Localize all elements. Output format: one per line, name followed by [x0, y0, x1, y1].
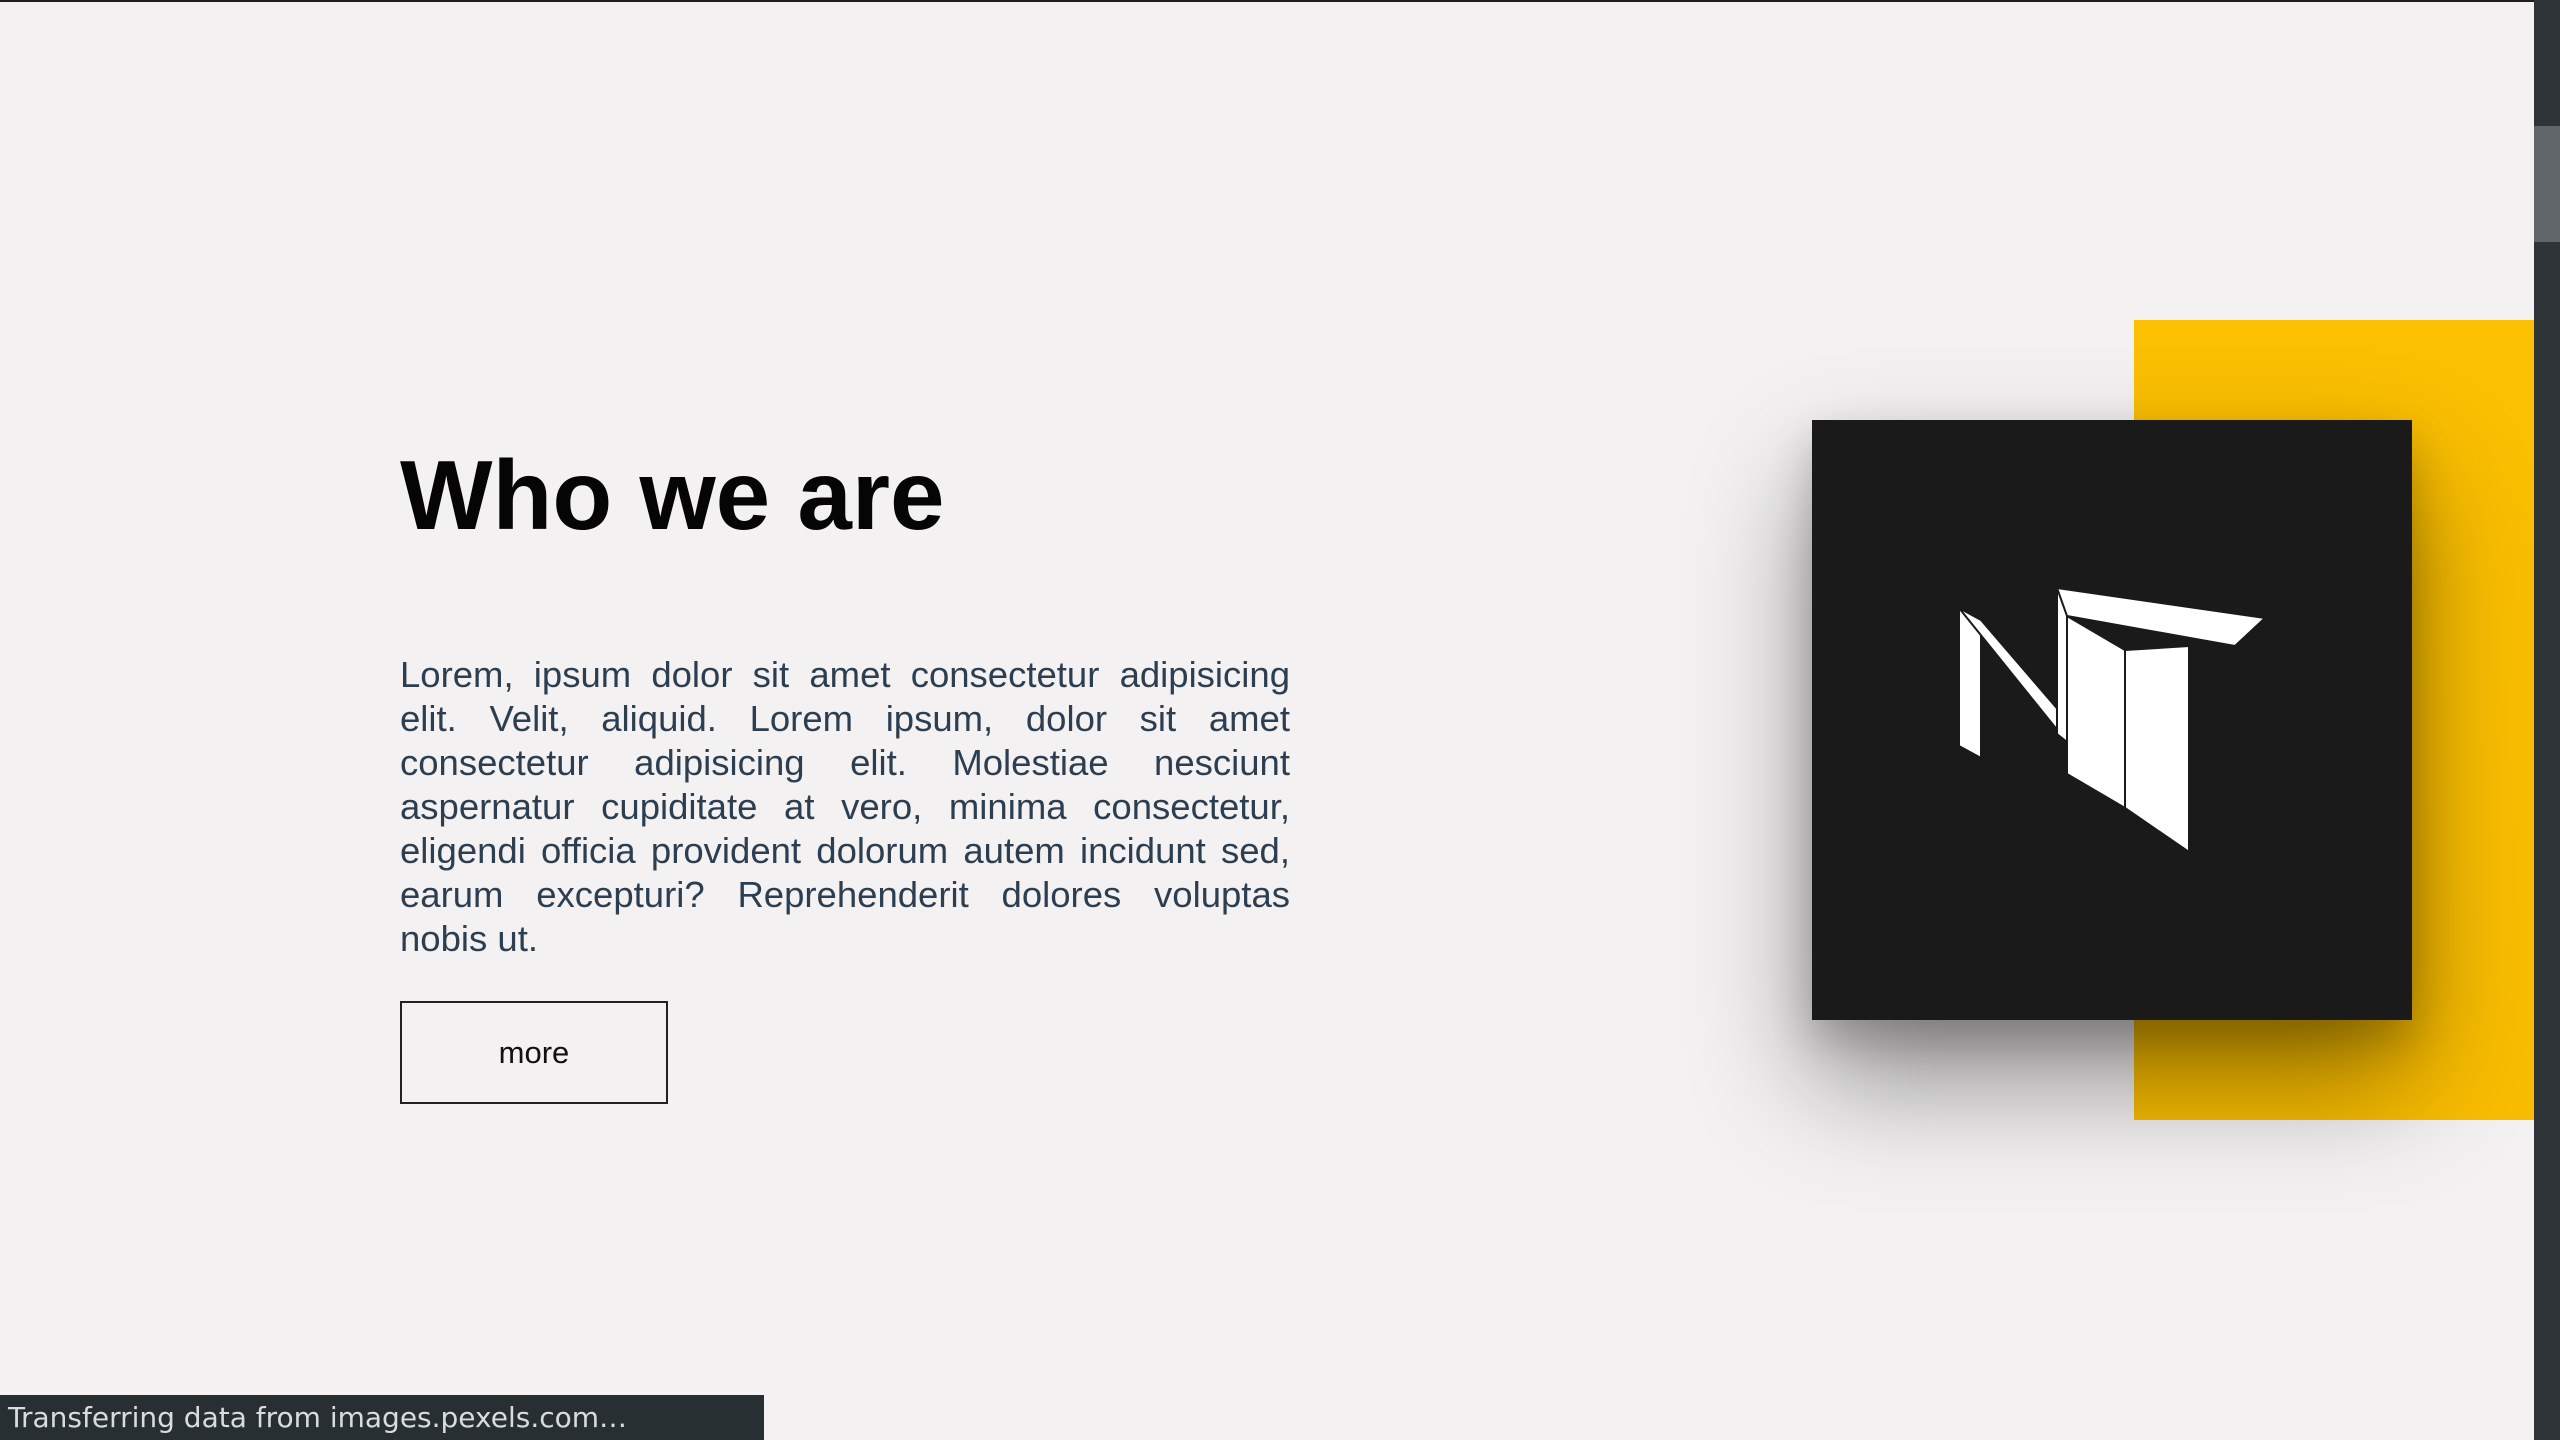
- about-section: Who we are Lorem, ipsum dolor sit amet c…: [400, 430, 1290, 1104]
- section-title: Who we are: [400, 440, 945, 550]
- scrollbar-thumb[interactable]: [2534, 126, 2560, 242]
- more-button[interactable]: more: [400, 1001, 668, 1104]
- page: Who we are Lorem, ipsum dolor sit amet c…: [0, 0, 2560, 1440]
- section-description: Lorem, ipsum dolor sit amet consectetur …: [400, 654, 1290, 959]
- logo-card: [1812, 420, 2412, 1020]
- nt-logo-icon: [1959, 587, 2265, 853]
- top-border: [0, 0, 2534, 2]
- browser-status-bar: Transferring data from images.pexels.com…: [0, 1395, 764, 1440]
